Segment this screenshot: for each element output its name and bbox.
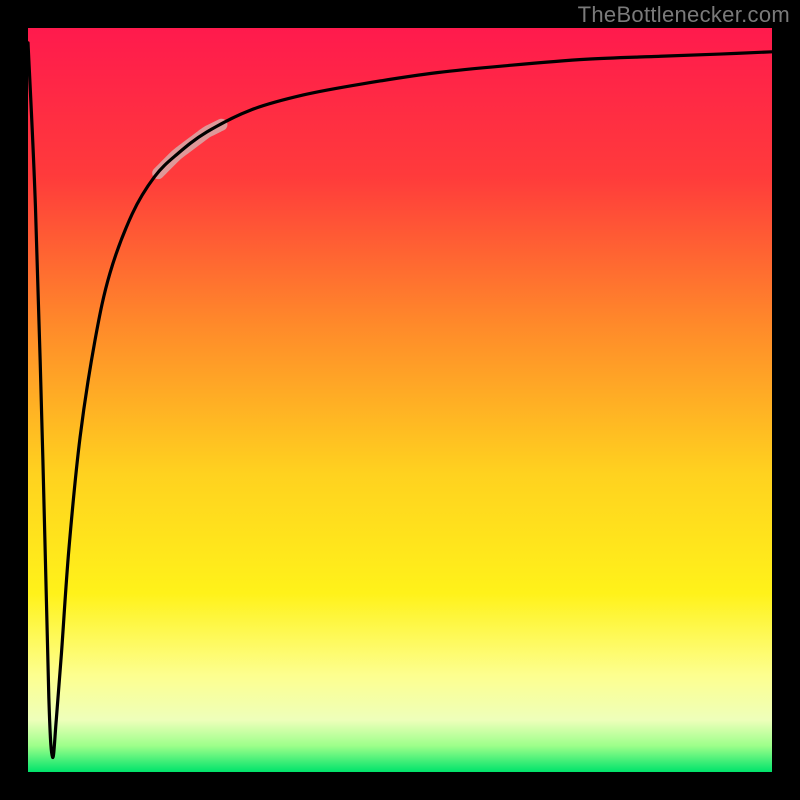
- bottleneck-chart: [0, 0, 800, 800]
- watermark-text: TheBottleneсker.com: [578, 2, 790, 28]
- plot-background: [28, 28, 772, 772]
- chart-stage: TheBottleneсker.com: [0, 0, 800, 800]
